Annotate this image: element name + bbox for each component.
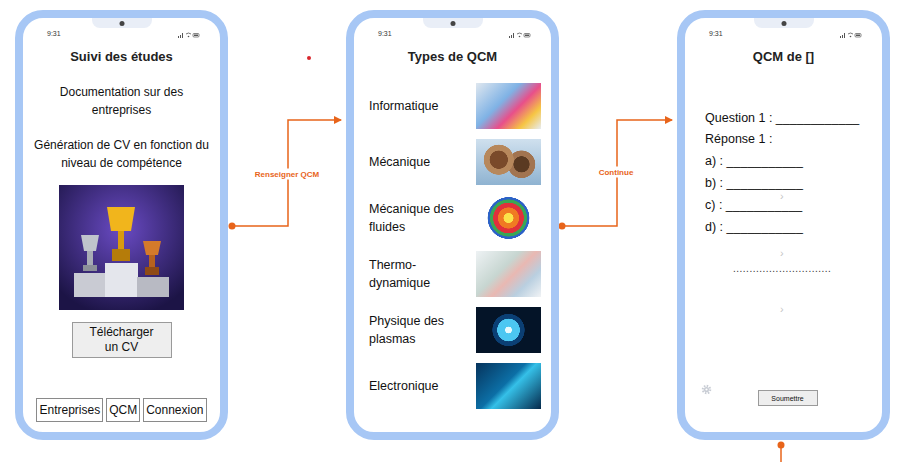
qcm-type-item[interactable]: Mécanique (369, 137, 541, 187)
gear-icon[interactable] (701, 384, 712, 395)
notch (423, 18, 483, 28)
notch (754, 18, 814, 28)
info-text: Documentation sur des entreprises (34, 83, 209, 119)
trophy-picture (59, 185, 184, 310)
phone-frame: 9:31 Types de QCM Informatique Mécanique Méc… (346, 10, 559, 440)
screen-title: Suivi des études (70, 48, 173, 66)
connector-dot (559, 223, 566, 230)
status-icons (509, 24, 531, 42)
signal-wifi-battery-icon (840, 32, 862, 38)
phone-frame: 9:31 Suivi des études Documentation sur de… (15, 10, 228, 440)
status-icons (178, 24, 200, 42)
qcm-type-item[interactable]: Informatique (369, 81, 541, 131)
signal-wifi-battery-icon (509, 32, 531, 38)
chevron: › (780, 190, 784, 202)
status-bar: 9:31 (685, 18, 882, 42)
notch (92, 18, 152, 28)
qcm-type-item[interactable]: Mécanique des fluides (369, 193, 541, 243)
info-text: Génération de CV en fonction du niveau d… (34, 136, 209, 172)
submit-button[interactable]: Soumettre (758, 390, 818, 406)
qcm-type-item[interactable]: Thermo-dynamique (369, 249, 541, 299)
podium-icon (59, 185, 184, 310)
qcm-type-item[interactable]: Electronique (369, 361, 541, 411)
qcm-type-item[interactable]: Physique des plasmas (369, 305, 541, 355)
signal-wifi-battery-icon (178, 32, 200, 38)
connector-label: Renseigner QCM (253, 169, 321, 180)
status-time: 9:31 (378, 30, 392, 37)
qcm-type-picture (476, 363, 541, 409)
qcm-type-picture (476, 195, 541, 241)
answer-option[interactable]: c) : ___________ (705, 194, 882, 216)
qcm-type-label: Mécanique des fluides (369, 200, 459, 236)
status-bar: 9:31 (354, 18, 551, 42)
qcm-type-picture (476, 139, 541, 185)
screen-title: QCM de [] (753, 48, 814, 66)
qcm-type-picture (476, 251, 541, 297)
qcm-type-list: Informatique Mécanique Mécanique des fluid… (354, 81, 551, 411)
phone-frame: 9:31 QCM de [] Question 1 : ____________Ré… (677, 10, 890, 440)
qcm-type-picture (476, 83, 541, 129)
connector-label: Continue (597, 167, 636, 178)
chevron: › (780, 303, 784, 315)
chevron: › (780, 247, 784, 259)
download-cv-button[interactable]: Télécharger un CV (72, 322, 172, 358)
qcm-type-picture (476, 307, 541, 353)
nav-button[interactable]: Entreprises (36, 398, 103, 422)
qcm-type-label: Mécanique (369, 153, 459, 171)
answer-option[interactable]: d) : ___________ (705, 216, 882, 238)
connector-line (780, 445, 782, 462)
question-text: Question 1 : ____________ (705, 108, 882, 129)
nav-button[interactable]: QCM (106, 398, 140, 422)
connector-dot (229, 223, 236, 230)
connector-arrow (232, 120, 341, 226)
qcm-type-label: Physique des plasmas (369, 312, 459, 348)
answer-label: Réponse 1 : (705, 129, 882, 150)
flow-diagram: Renseigner QCM Continue 9:31 Suivi des étud… (0, 0, 910, 462)
status-bar: 9:31 (23, 18, 220, 42)
answer-option[interactable]: a) : ___________ (705, 150, 882, 172)
marker-dot (307, 56, 311, 60)
qcm-form: Question 1 : ____________Réponse 1 :a) :… (685, 108, 882, 238)
qcm-type-label: Electronique (369, 377, 459, 395)
answer-option[interactable]: b) : ___________ (705, 172, 882, 194)
screen-title: Types de QCM (408, 48, 497, 66)
connector-arrow (562, 120, 672, 226)
bottom-nav: EntreprisesQCMConnexion (36, 398, 206, 422)
nav-button[interactable]: Connexion (143, 398, 206, 422)
status-icons (840, 24, 862, 42)
qcm-type-label: Informatique (369, 97, 459, 115)
status-time: 9:31 (709, 30, 723, 37)
form-footer: Soumettre (685, 390, 882, 406)
continuation-dots: .............................. (733, 263, 831, 275)
status-time: 9:31 (47, 30, 61, 37)
qcm-type-label: Thermo-dynamique (369, 256, 459, 292)
